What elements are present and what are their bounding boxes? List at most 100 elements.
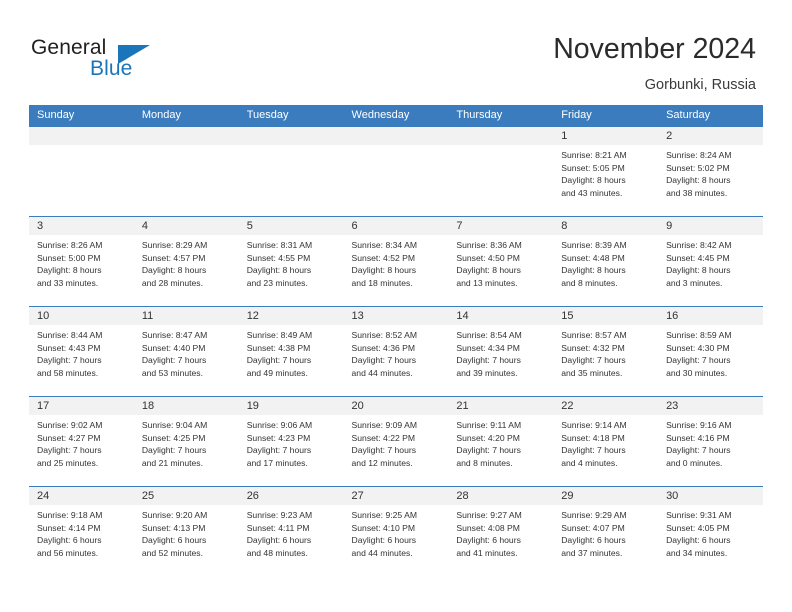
day-number: 30 <box>658 487 763 505</box>
daylight-duration-line2: and 38 minutes. <box>666 187 728 198</box>
sunset-time: Sunset: 5:00 PM <box>37 252 101 263</box>
calendar-day-cell-content: 12 Sunrise: 8:49 AM Sunset: 4:38 PM Dayligh… <box>238 307 344 396</box>
calendar-day-cell-content: 3 Sunrise: 8:26 AM Sunset: 5:00 PM Daylight… <box>29 217 134 306</box>
calendar-day-cell[interactable]: 26 Sunrise: 9:23 AM Sunset: 4:11 PM Dayligh… <box>238 486 344 576</box>
calendar-day-cell[interactable]: 11 Sunrise: 8:47 AM Sunset: 4:40 PM Dayligh… <box>133 306 239 397</box>
day-sun-info: Sunrise: 8:29 AM Sunset: 4:57 PM Daylight:… <box>134 235 239 289</box>
calendar-day-cell[interactable] <box>343 126 449 217</box>
calendar-day-cell-content: 30 Sunrise: 9:31 AM Sunset: 4:05 PM Dayligh… <box>658 487 763 576</box>
sunset-time: Sunset: 4:25 PM <box>141 432 206 443</box>
calendar-day-cell-content: 13 Sunrise: 8:52 AM Sunset: 4:36 PM Dayligh… <box>343 307 449 396</box>
sunrise-time: Sunrise: 8:49 AM <box>246 330 313 340</box>
daylight-duration-line1: Daylight: 8 hours <box>141 265 207 276</box>
day-sun-info: Sunrise: 9:14 AM Sunset: 4:18 PM Daylight:… <box>553 415 658 469</box>
calendar-day-cell[interactable]: 8 Sunrise: 8:39 AM Sunset: 4:48 PM Daylight… <box>553 216 659 307</box>
daylight-duration-line1: Daylight: 7 hours <box>141 355 207 366</box>
day-sun-info: Sunrise: 8:54 AM Sunset: 4:34 PM Daylight:… <box>448 325 553 379</box>
daylight-duration-line2: and 4 minutes. <box>561 457 618 468</box>
day-number: 9 <box>658 217 763 235</box>
sunset-time: Sunset: 4:14 PM <box>37 522 101 533</box>
calendar-weekday-header-row: Sunday Monday Tuesday Wednesday Thursday… <box>29 105 763 127</box>
calendar-day-cell[interactable]: 7 Sunrise: 8:36 AM Sunset: 4:50 PM Daylight… <box>448 216 554 307</box>
day-number: 18 <box>133 397 239 415</box>
daylight-duration-line1: Daylight: 6 hours <box>141 535 207 546</box>
sunrise-time: Sunrise: 8:42 AM <box>666 240 732 250</box>
daylight-duration-line1: Daylight: 6 hours <box>561 535 626 546</box>
calendar-day-cell[interactable]: 16 Sunrise: 8:59 AM Sunset: 4:30 PM Dayligh… <box>658 306 763 397</box>
calendar-day-cell[interactable]: 28 Sunrise: 9:27 AM Sunset: 4:08 PM Dayligh… <box>448 486 554 576</box>
calendar-day-cell-content: 15 Sunrise: 8:57 AM Sunset: 4:32 PM Dayligh… <box>553 307 659 396</box>
calendar-day-cell[interactable]: 22 Sunrise: 9:14 AM Sunset: 4:18 PM Dayligh… <box>553 396 659 487</box>
day-number: 25 <box>133 487 239 505</box>
daylight-duration-line2: and 8 minutes. <box>456 457 513 468</box>
sunrise-time: Sunrise: 8:29 AM <box>141 240 208 250</box>
calendar-day-cell-empty <box>238 127 344 216</box>
calendar-page: General Blue November 2024 Gorbunki, Rus… <box>0 0 792 612</box>
calendar-day-cell[interactable]: 29 Sunrise: 9:29 AM Sunset: 4:07 PM Dayligh… <box>553 486 659 576</box>
calendar-week-row: 10 Sunrise: 8:44 AM Sunset: 4:43 PM Dayligh… <box>29 306 763 397</box>
day-number <box>133 127 239 145</box>
sunrise-time: Sunrise: 8:44 AM <box>37 330 103 340</box>
calendar-day-cell[interactable]: 17 Sunrise: 9:02 AM Sunset: 4:27 PM Dayligh… <box>29 396 134 487</box>
calendar-day-cell[interactable]: 30 Sunrise: 9:31 AM Sunset: 4:05 PM Dayligh… <box>658 486 763 576</box>
calendar-day-cell-content: 21 Sunrise: 9:11 AM Sunset: 4:20 PM Dayligh… <box>448 397 554 486</box>
calendar-day-cell[interactable]: 1 Sunrise: 8:21 AM Sunset: 5:05 PM Daylight… <box>553 126 659 217</box>
calendar-day-cell[interactable]: 25 Sunrise: 9:20 AM Sunset: 4:13 PM Dayligh… <box>133 486 239 576</box>
calendar-day-cell[interactable]: 4 Sunrise: 8:29 AM Sunset: 4:57 PM Daylight… <box>133 216 239 307</box>
day-sun-info: Sunrise: 8:39 AM Sunset: 4:48 PM Daylight:… <box>553 235 658 289</box>
daylight-duration-line2: and 13 minutes. <box>456 277 518 288</box>
calendar-day-cell[interactable]: 23 Sunrise: 9:16 AM Sunset: 4:16 PM Dayligh… <box>658 396 763 487</box>
day-number: 2 <box>658 127 763 145</box>
calendar-day-cell-content: 8 Sunrise: 8:39 AM Sunset: 4:48 PM Daylight… <box>553 217 659 306</box>
day-sun-info: Sunrise: 9:27 AM Sunset: 4:08 PM Daylight:… <box>448 505 553 559</box>
day-sun-info: Sunrise: 8:49 AM Sunset: 4:38 PM Daylight:… <box>239 325 344 379</box>
calendar-day-cell[interactable]: 27 Sunrise: 9:25 AM Sunset: 4:10 PM Dayligh… <box>343 486 449 576</box>
sunset-time: Sunset: 4:52 PM <box>351 252 416 263</box>
calendar-day-cell[interactable] <box>448 126 554 217</box>
calendar-day-cell-content: 24 Sunrise: 9:18 AM Sunset: 4:14 PM Dayligh… <box>29 487 134 576</box>
calendar-day-cell[interactable]: 24 Sunrise: 9:18 AM Sunset: 4:14 PM Dayligh… <box>29 486 134 576</box>
calendar-day-cell-content: 19 Sunrise: 9:06 AM Sunset: 4:23 PM Dayligh… <box>238 397 344 486</box>
daylight-duration-line1: Daylight: 7 hours <box>351 355 417 366</box>
calendar-day-cell[interactable]: 20 Sunrise: 9:09 AM Sunset: 4:22 PM Dayligh… <box>343 396 449 487</box>
daylight-duration-line1: Daylight: 7 hours <box>246 355 312 366</box>
calendar-day-cell[interactable]: 5 Sunrise: 8:31 AM Sunset: 4:55 PM Daylight… <box>238 216 344 307</box>
sunset-time: Sunset: 5:02 PM <box>666 162 730 173</box>
general-blue-logo[interactable]: General Blue <box>31 36 211 88</box>
sunrise-time: Sunrise: 9:20 AM <box>141 510 208 520</box>
calendar-day-cell[interactable] <box>133 126 239 217</box>
calendar-day-cell-empty <box>343 127 449 216</box>
calendar-day-cell[interactable]: 12 Sunrise: 8:49 AM Sunset: 4:38 PM Dayligh… <box>238 306 344 397</box>
daylight-duration-line1: Daylight: 7 hours <box>246 445 312 456</box>
day-sun-info: Sunrise: 8:57 AM Sunset: 4:32 PM Daylight:… <box>553 325 658 379</box>
day-sun-info: Sunrise: 9:23 AM Sunset: 4:11 PM Daylight:… <box>239 505 344 559</box>
calendar-day-cell[interactable]: 3 Sunrise: 8:26 AM Sunset: 5:00 PM Daylight… <box>29 216 134 307</box>
day-sun-info: Sunrise: 8:42 AM Sunset: 4:45 PM Daylight:… <box>658 235 763 289</box>
calendar-day-cell[interactable]: 2 Sunrise: 8:24 AM Sunset: 5:02 PM Daylight… <box>658 126 763 217</box>
sunset-time: Sunset: 4:23 PM <box>246 432 311 443</box>
calendar-day-cell[interactable]: 13 Sunrise: 8:52 AM Sunset: 4:36 PM Dayligh… <box>343 306 449 397</box>
calendar-day-cell-content: 20 Sunrise: 9:09 AM Sunset: 4:22 PM Dayligh… <box>343 397 449 486</box>
day-number: 21 <box>448 397 554 415</box>
sunrise-time: Sunrise: 8:26 AM <box>37 240 103 250</box>
calendar-day-cell[interactable]: 14 Sunrise: 8:54 AM Sunset: 4:34 PM Dayligh… <box>448 306 554 397</box>
calendar-day-cell[interactable]: 9 Sunrise: 8:42 AM Sunset: 4:45 PM Daylight… <box>658 216 763 307</box>
calendar-day-cell[interactable]: 10 Sunrise: 8:44 AM Sunset: 4:43 PM Dayligh… <box>29 306 134 397</box>
day-number <box>238 127 344 145</box>
sunrise-time: Sunrise: 8:34 AM <box>351 240 417 250</box>
daylight-duration-line2: and 12 minutes. <box>351 457 413 468</box>
day-sun-info: Sunrise: 8:47 AM Sunset: 4:40 PM Daylight:… <box>134 325 239 379</box>
calendar-day-cell[interactable]: 19 Sunrise: 9:06 AM Sunset: 4:23 PM Dayligh… <box>238 396 344 487</box>
calendar-day-cell[interactable]: 6 Sunrise: 8:34 AM Sunset: 4:52 PM Daylight… <box>343 216 449 307</box>
sunset-time: Sunset: 4:36 PM <box>351 342 416 353</box>
day-sun-info: Sunrise: 9:11 AM Sunset: 4:20 PM Daylight:… <box>448 415 553 469</box>
calendar-day-cell[interactable]: 18 Sunrise: 9:04 AM Sunset: 4:25 PM Dayligh… <box>133 396 239 487</box>
calendar-day-cell[interactable]: 15 Sunrise: 8:57 AM Sunset: 4:32 PM Dayligh… <box>553 306 659 397</box>
page-title: November 2024 <box>553 33 756 65</box>
calendar-day-cell[interactable] <box>238 126 344 217</box>
calendar-day-cell[interactable] <box>29 126 134 217</box>
sunset-time: Sunset: 4:34 PM <box>456 342 520 353</box>
daylight-duration-line2: and 23 minutes. <box>246 277 308 288</box>
calendar-day-cell[interactable]: 21 Sunrise: 9:11 AM Sunset: 4:20 PM Dayligh… <box>448 396 554 487</box>
daylight-duration-line1: Daylight: 6 hours <box>37 535 102 546</box>
